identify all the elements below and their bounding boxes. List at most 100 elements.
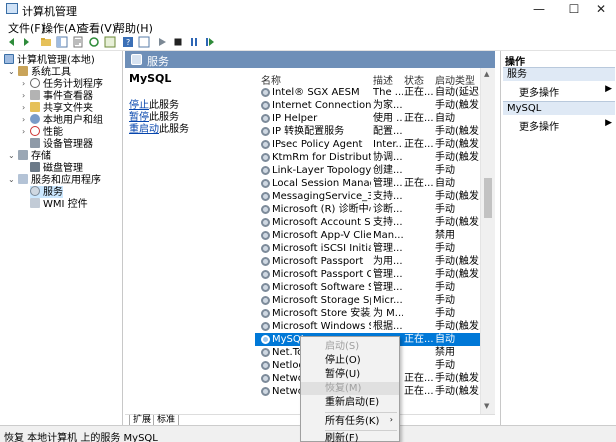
more-actions-mysql[interactable]: 更多操作 (519, 118, 559, 133)
service-desc-cell: 根据... (373, 321, 403, 332)
service-row[interactable]: Microsoft App-V ClientMan...禁用本 (255, 229, 492, 242)
service-row[interactable]: IPsec Policy AgentInter...正在...手动(触发...网 (255, 138, 492, 151)
console-icon[interactable] (138, 36, 150, 48)
service-row[interactable]: Microsoft Store 安装服务为 M...手动本 (255, 307, 492, 320)
device-manager-icon (30, 138, 40, 148)
service-row[interactable]: IP 转换配置服务配置...手动(触发...本 (255, 125, 492, 138)
tree-item-services-apps[interactable]: 服务和应用程序 (18, 174, 101, 186)
banner-title: 服务 (147, 55, 169, 68)
tree-item-performance[interactable]: 性能 (30, 126, 63, 138)
tree-item-event-viewer[interactable]: 事件查看器 (30, 90, 93, 102)
service-row[interactable]: Microsoft (R) 诊断中心标准...诊断...手动本 (255, 203, 492, 216)
tree-item-system-tools[interactable]: 系统工具 (18, 66, 71, 78)
service-row[interactable]: Microsoft Passport Container管理... 手动(触发..… (255, 268, 492, 281)
collapse-icon[interactable]: ⌄ (8, 174, 15, 186)
column-header-name[interactable]: 名称 (261, 72, 281, 87)
users-icon (30, 114, 40, 124)
tree-item-local-users[interactable]: 本地用户和组 (30, 114, 103, 126)
menu-item-resume: 恢复(M) (301, 382, 399, 395)
actions-group-services[interactable]: 服务 (503, 67, 615, 81)
menu-item-pause[interactable]: 暂停(U) (301, 368, 399, 381)
pause-service-icon[interactable] (188, 36, 200, 48)
scroll-thumb[interactable] (484, 178, 492, 218)
service-startup-cell: 手动(触发... (435, 126, 481, 137)
tree-item-shared-folders[interactable]: 共享文件夹 (30, 102, 93, 114)
service-startup-cell: 自动 (435, 334, 455, 345)
gear-icon (261, 387, 270, 396)
column-header-startup[interactable]: 启动类型 (435, 72, 475, 87)
service-startup-cell: 自动(延迟... (435, 87, 481, 98)
service-startup-cell: 手动(触发... (435, 217, 481, 228)
service-row[interactable]: Microsoft iSCSI Initiator Ser...管理...手动本 (255, 242, 492, 255)
expand-icon[interactable]: › (22, 126, 25, 138)
expand-icon[interactable]: › (22, 78, 25, 90)
gear-icon (261, 348, 270, 357)
service-name-cell: Microsoft (R) 诊断中心标准... (272, 204, 371, 215)
restart-service-link[interactable]: 重启动 (129, 124, 159, 135)
service-row[interactable]: Microsoft Windows SMS 路...根据...手动(触发...本 (255, 320, 492, 333)
service-row[interactable]: IP Helper使用 ...正在...自动本 (255, 112, 492, 125)
service-row[interactable]: Microsoft Storage Spaces S...Micr...手动网 (255, 294, 492, 307)
tree-item-device-manager[interactable]: 设备管理器 (30, 138, 93, 150)
menu-item-restart[interactable]: 重新启动(E) (301, 396, 399, 409)
scroll-up-arrow-icon[interactable]: ▲ (484, 70, 489, 78)
tree-root[interactable]: 计算机管理(本地) (4, 54, 95, 66)
gear-icon (261, 179, 270, 188)
collapse-icon[interactable]: ⌄ (8, 66, 15, 78)
maximize-button[interactable]: ☐ (559, 1, 589, 17)
service-row[interactable]: Internet Connection Sharin...为家... 手动(触发.… (255, 99, 492, 112)
help-icon[interactable]: ? (122, 36, 134, 48)
menu-separator (325, 412, 397, 413)
service-row[interactable]: Link-Layer Topology Disco...创建...手动本 (255, 164, 492, 177)
service-row[interactable]: Microsoft Passport为用...手动(触发...本 (255, 255, 492, 268)
refresh-icon[interactable] (88, 36, 100, 48)
menu-item-refresh[interactable]: 刷新(F) (301, 432, 399, 442)
service-name-cell: Intel® SGX AESM (272, 87, 360, 98)
service-row[interactable]: KtmRm for Distributed Tra...协调... 手动(触发..… (255, 151, 492, 164)
tree-item-task-scheduler[interactable]: 任务计划程序 (30, 78, 103, 90)
minimize-button[interactable]: — (524, 1, 554, 17)
services-scrollbar[interactable]: ▲ ▼ (480, 68, 495, 414)
tree-item-wmi[interactable]: WMI 控件 (30, 198, 88, 210)
column-header-status[interactable]: 状态 (404, 72, 424, 87)
menu-item-stop[interactable]: 停止(O) (301, 354, 399, 367)
menu-item-all-tasks[interactable]: 所有任务(K) (301, 415, 399, 428)
tree-item-services[interactable]: 服务 (30, 186, 63, 198)
expand-icon[interactable]: › (22, 90, 25, 102)
show-tree-icon[interactable] (56, 36, 68, 48)
expand-icon[interactable]: › (22, 114, 25, 126)
expand-icon[interactable]: › (22, 102, 25, 114)
service-row[interactable]: Microsoft Software Shado...管理...手动本 (255, 281, 492, 294)
start-service-icon[interactable] (156, 36, 168, 48)
export-list-icon[interactable] (104, 36, 116, 48)
tree-item-disk-management[interactable]: 磁盘管理 (30, 162, 83, 174)
service-desc-cell: The ... (373, 87, 403, 98)
actions-pane: 操作 服务 更多操作 ▶ MySQL 更多操作 ▶ (500, 51, 616, 425)
back-icon[interactable] (6, 36, 18, 48)
more-actions-services[interactable]: 更多操作 (519, 84, 559, 99)
service-desc-cell: 为 M... (373, 308, 403, 319)
collapse-icon[interactable]: ⌄ (8, 150, 15, 162)
gear-icon (261, 231, 270, 240)
service-desc-cell: Micr... (373, 295, 403, 306)
clock-icon (30, 78, 40, 88)
actions-group-mysql[interactable]: MySQL (503, 101, 615, 115)
gear-icon (261, 114, 270, 123)
service-row[interactable]: Local Session Manager管理...正在...自动本 (255, 177, 492, 190)
forward-icon[interactable] (20, 36, 32, 48)
gear-icon (261, 296, 270, 305)
service-desc-cell: 诊断... (373, 204, 403, 215)
service-name-cell: Internet Connection Sharin... (272, 100, 371, 111)
tree-item-storage[interactable]: 存储 (18, 150, 51, 162)
restart-service-icon[interactable] (204, 36, 216, 48)
service-row[interactable]: Microsoft Account Sign-in ...支持... 手动(触发.… (255, 216, 492, 229)
up-folder-icon[interactable] (40, 36, 52, 48)
scroll-down-arrow-icon[interactable]: ▼ (484, 402, 489, 410)
close-button[interactable]: ✕ (586, 1, 616, 17)
column-header-description[interactable]: 描述 (373, 72, 393, 87)
properties-icon[interactable] (72, 36, 84, 48)
service-row[interactable]: MessagingService_3f45e支持...手动(触发...本 (255, 190, 492, 203)
stop-service-icon[interactable] (172, 36, 184, 48)
service-row[interactable]: Intel® SGX AESMThe ...正在...自动(延迟...本 (255, 86, 492, 99)
service-desc-cell: 管理... (373, 178, 403, 189)
